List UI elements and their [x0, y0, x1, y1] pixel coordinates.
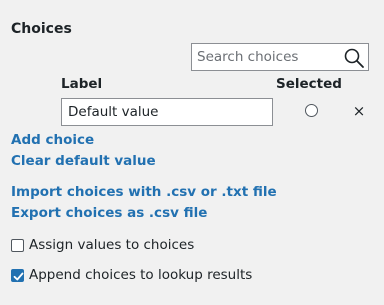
- checkmark-icon: [13, 272, 24, 280]
- append-lookup-checkbox[interactable]: [11, 268, 24, 282]
- assign-values-label: Assign values to choices: [29, 237, 195, 253]
- choice-selected-radio[interactable]: [305, 104, 318, 117]
- assign-values-option[interactable]: Assign values to choices: [11, 237, 194, 253]
- search-input[interactable]: [192, 44, 342, 70]
- assign-values-checkbox[interactable]: [11, 238, 24, 252]
- append-lookup-option[interactable]: Append choices to lookup results: [11, 267, 252, 283]
- choices-panel: Choices Label Selected × Add choice Clea…: [0, 0, 384, 305]
- import-choices-link[interactable]: Import choices with .csv or .txt file: [11, 184, 277, 200]
- append-lookup-label: Append choices to lookup results: [29, 267, 253, 283]
- choice-label-input[interactable]: [61, 98, 273, 126]
- search-box[interactable]: [191, 43, 369, 71]
- clear-default-value-link[interactable]: Clear default value: [11, 153, 156, 169]
- section-title: Choices: [11, 21, 72, 37]
- search-icon[interactable]: [343, 47, 365, 69]
- column-header-selected: Selected: [276, 76, 342, 92]
- export-choices-link[interactable]: Export choices as .csv file: [11, 205, 207, 221]
- add-choice-link[interactable]: Add choice: [11, 132, 94, 148]
- remove-choice-button[interactable]: ×: [351, 103, 367, 119]
- column-header-label: Label: [61, 76, 103, 92]
